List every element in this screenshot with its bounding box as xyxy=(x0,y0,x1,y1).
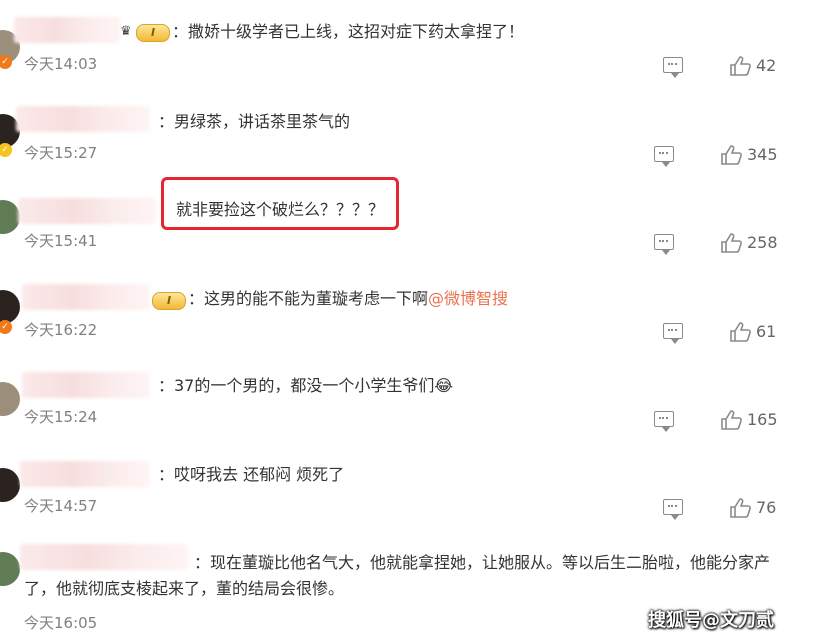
avatar[interactable] xyxy=(0,468,20,502)
comment-text: ：男绿茶，讲话茶里茶气的 xyxy=(158,112,351,131)
like-count: 258 xyxy=(747,233,778,252)
comment-time: 今天16:05 xyxy=(24,614,98,632)
avatar[interactable] xyxy=(0,382,20,416)
thumbs-up-icon xyxy=(721,145,742,165)
avatar[interactable] xyxy=(0,552,20,586)
level-badge: I xyxy=(136,24,170,42)
comment-body: ：37的一个男的，都没一个小学生爷们 xyxy=(158,376,435,395)
like-count: 61 xyxy=(756,322,777,341)
like-count: 345 xyxy=(747,145,778,164)
comment-time: 今天15:24 xyxy=(24,408,98,426)
like-count: 76 xyxy=(756,498,777,517)
username[interactable] xyxy=(18,198,156,224)
comment-time: 今天16:22 xyxy=(24,321,98,339)
verified-badge-icon: ✓ xyxy=(0,143,12,157)
level-badge: I xyxy=(152,292,186,310)
mention-link[interactable]: @微博智搜 xyxy=(428,289,508,308)
reply-icon[interactable] xyxy=(663,323,683,344)
like-count: 165 xyxy=(747,410,778,429)
thumbs-up-icon xyxy=(730,498,751,518)
comment-text: ：哎呀我去 还郁闷 烦死了 xyxy=(158,465,345,484)
like-count: 42 xyxy=(756,56,777,75)
comment-text: ：现在董璇比他名气大，他就能拿捏她，让她服从。等以后生二胎啦，他能分家产了，他就… xyxy=(24,553,771,598)
reply-icon[interactable] xyxy=(654,234,674,255)
avatar[interactable] xyxy=(0,290,20,324)
laughing-emoji-icon: 😂 xyxy=(434,376,454,395)
reply-icon[interactable] xyxy=(663,57,683,78)
watermark: 搜狐号@文刀贰 xyxy=(648,610,774,631)
comment-time: 今天15:41 xyxy=(24,232,98,250)
comment-time: 今天15:27 xyxy=(24,144,98,162)
comment-text: ：这男的能不能为董璇考虑一下啊@微博智搜 xyxy=(188,286,508,312)
reply-icon[interactable] xyxy=(654,146,674,167)
username[interactable] xyxy=(16,106,150,132)
comment-text: ：37的一个男的，都没一个小学生爷们😂 xyxy=(158,373,453,399)
comment-text: ：撒娇十级学者已上线，这招对症下药太拿捏了！ xyxy=(172,22,525,41)
username[interactable] xyxy=(22,372,150,398)
verified-badge-icon: ✓ xyxy=(0,55,12,69)
reply-icon[interactable] xyxy=(654,411,674,432)
thumbs-up-icon xyxy=(730,322,751,342)
username[interactable] xyxy=(14,17,120,43)
comment-body: ：这男的能不能为董璇考虑一下啊 xyxy=(188,289,429,308)
comment-time: 今天14:57 xyxy=(24,497,98,515)
highlight-box xyxy=(161,177,399,230)
reply-icon[interactable] xyxy=(663,499,683,520)
thumbs-up-icon xyxy=(721,233,742,253)
username[interactable] xyxy=(20,461,150,487)
verified-badge-icon: ✓ xyxy=(0,320,12,334)
thumbs-up-icon xyxy=(730,56,751,76)
username[interactable] xyxy=(22,284,150,310)
thumbs-up-icon xyxy=(721,410,742,430)
avatar[interactable] xyxy=(0,200,20,234)
comment-time: 今天14:03 xyxy=(24,55,98,73)
